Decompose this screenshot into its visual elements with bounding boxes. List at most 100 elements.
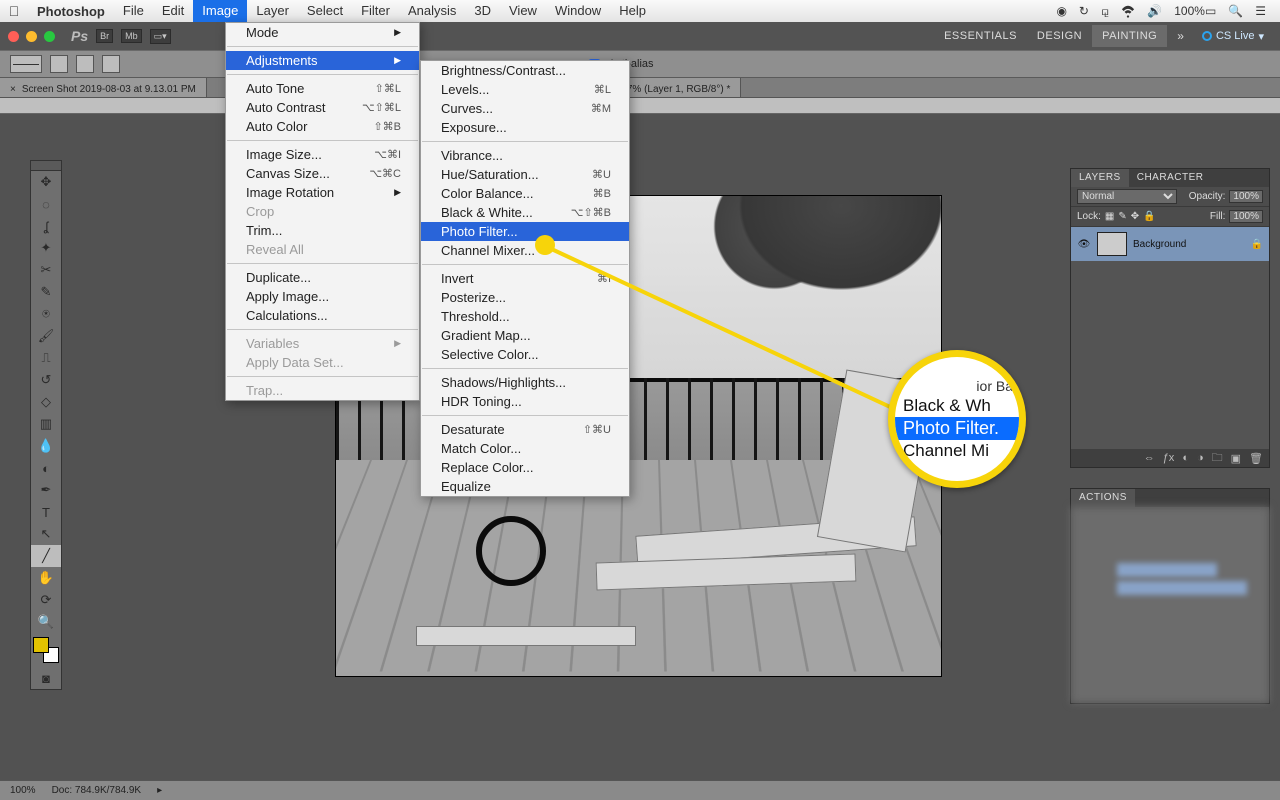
wifi-icon[interactable] [1121,4,1135,18]
adjustments-channel-mixer[interactable]: Channel Mixer... [421,241,629,260]
image-menu-auto-tone[interactable]: Auto Tone⇧⌘L [226,79,419,98]
lock-transparency-icon[interactable]: ▦ [1105,211,1114,222]
menu-window[interactable]: Window [546,0,610,22]
eraser-tool[interactable]: ◇ [31,391,61,413]
crop-tool[interactable]: ✂ [31,259,61,281]
brush-tool[interactable]: 🖌 [31,325,61,347]
pen-tool[interactable]: ✒ [31,479,61,501]
adjustments-equalize[interactable]: Equalize [421,477,629,496]
adjustments-hdr-toning[interactable]: HDR Toning... [421,392,629,411]
type-tool[interactable]: T [31,501,61,523]
adjustments-posterize[interactable]: Posterize... [421,288,629,307]
workspace-essentials[interactable]: ESSENTIALS [934,25,1027,47]
adjustments-replace-color[interactable]: Replace Color... [421,458,629,477]
maximize-button[interactable] [44,31,55,42]
image-menu-calculations[interactable]: Calculations... [226,306,419,325]
doc-tab-2[interactable]: 7% (Layer 1, RGB/8°) * [617,78,741,97]
control-center-icon[interactable]: ☰ [1255,4,1266,18]
adjustments-photo-filter[interactable]: Photo Filter... [421,222,629,241]
image-menu-image-rotation[interactable]: Image Rotation▶ [226,183,419,202]
adjustments-gradient-map[interactable]: Gradient Map... [421,326,629,345]
adjustments-exposure[interactable]: Exposure... [421,118,629,137]
minibridge-badge[interactable]: Mb [121,29,142,43]
adjustments-black-white[interactable]: Black & White...⌥⇧⌘B [421,203,629,222]
history-brush-tool[interactable]: ↺ [31,369,61,391]
image-menu-duplicate[interactable]: Duplicate... [226,268,419,287]
zoom-level[interactable]: 100% [10,785,36,796]
new-layer-icon[interactable]: ▣ [1231,452,1241,465]
wand-tool[interactable]: ✦ [31,237,61,259]
volume-icon[interactable]: 🔊 [1147,4,1162,18]
menu-select[interactable]: Select [298,0,352,22]
menu-view[interactable]: View [500,0,546,22]
adjustments-levels[interactable]: Levels...⌘L [421,80,629,99]
visibility-icon[interactable]: 👁 [1077,239,1091,250]
adjustments-shadows-highlights[interactable]: Shadows/Highlights... [421,373,629,392]
adjustments-match-color[interactable]: Match Color... [421,439,629,458]
menu-help[interactable]: Help [610,0,655,22]
status-arrow-icon[interactable]: ▸ [157,785,162,796]
color-swatches[interactable] [33,637,59,663]
trash-icon[interactable]: 🗑 [1249,452,1263,465]
eyedropper-tool[interactable]: ✎ [31,281,61,303]
adjustments-curves[interactable]: Curves...⌘M [421,99,629,118]
path-tool[interactable]: ↖ [31,523,61,545]
hand-tool[interactable]: ✋ [31,567,61,589]
line-tool[interactable]: ╱ [31,545,61,567]
adjustments-threshold[interactable]: Threshold... [421,307,629,326]
tab-character[interactable]: CHARACTER [1129,169,1212,187]
workspace-design[interactable]: DESIGN [1027,25,1092,47]
adjustments-vibrance[interactable]: Vibrance... [421,146,629,165]
blur-tool[interactable]: 💧 [31,435,61,457]
image-menu-mode[interactable]: Mode▶ [226,23,419,42]
quickmask-tool[interactable]: ◙ [31,667,61,689]
screen-mode[interactable]: ▭▾ [150,29,171,44]
menu-analysis[interactable]: Analysis [399,0,465,22]
gradient-tool[interactable]: ▥ [31,413,61,435]
cs-live[interactable]: CS Live▾ [1194,30,1272,43]
image-menu-auto-contrast[interactable]: Auto Contrast⌥⇧⌘L [226,98,419,117]
app-name[interactable]: Photoshop [28,4,114,19]
lock-move-icon[interactable]: ✥ [1131,211,1139,222]
stamp-tool[interactable]: ⎍ [31,347,61,369]
image-menu-adjustments[interactable]: Adjustments▶ [226,51,419,70]
tab-layers[interactable]: LAYERS [1071,169,1129,187]
layer-row-background[interactable]: 👁 Background 🔒 [1071,227,1269,261]
tool-preset[interactable] [10,55,42,73]
menu-layer[interactable]: Layer [247,0,298,22]
menu-filter[interactable]: Filter [352,0,399,22]
opt-btn-1[interactable] [50,55,68,73]
lock-all-icon[interactable]: 🔒 [1143,211,1155,222]
apple-menu[interactable]:  [0,3,28,19]
folder-icon[interactable]: 🗀 [1212,449,1223,468]
lock-brush-icon[interactable]: ✎ [1118,211,1126,222]
workspace-painting[interactable]: PAINTING [1092,25,1167,47]
tab-actions[interactable]: ACTIONS [1071,489,1135,507]
lasso-tool[interactable]: ʆ [31,215,61,237]
bluetooth-icon[interactable]: ⚼ [1101,4,1109,19]
move-tool[interactable]: ✥ [31,171,61,193]
link-icon[interactable]: ⇔ [1144,452,1155,464]
healing-tool[interactable]: ⍟ [31,303,61,325]
close-icon[interactable]: × [10,84,16,95]
spotlight-icon[interactable]: 🔍 [1228,4,1243,18]
image-menu-auto-color[interactable]: Auto Color⇧⌘B [226,117,419,136]
rotate-tool[interactable]: ⟳ [31,589,61,611]
time-machine-icon[interactable]: ↻ [1079,4,1089,18]
adjustments-desaturate[interactable]: Desaturate⇧⌘U [421,420,629,439]
adjustments-selective-color[interactable]: Selective Color... [421,345,629,364]
minimize-button[interactable] [26,31,37,42]
mask-icon[interactable]: ◐ [1182,452,1189,464]
close-button[interactable] [8,31,19,42]
workspace-more[interactable]: » [1167,29,1194,43]
adjustments-color-balance[interactable]: Color Balance...⌘B [421,184,629,203]
image-menu-trim[interactable]: Trim... [226,221,419,240]
siri-icon[interactable]: ◉ [1056,4,1066,18]
fx-icon[interactable]: ƒx [1163,452,1175,464]
bridge-badge[interactable]: Br [96,29,113,43]
battery-status[interactable]: 100% ▭ [1174,4,1216,18]
menu-image[interactable]: Image [193,0,247,22]
opt-btn-2[interactable] [76,55,94,73]
blend-mode-select[interactable]: Normal [1077,189,1177,204]
image-menu-apply-image[interactable]: Apply Image... [226,287,419,306]
